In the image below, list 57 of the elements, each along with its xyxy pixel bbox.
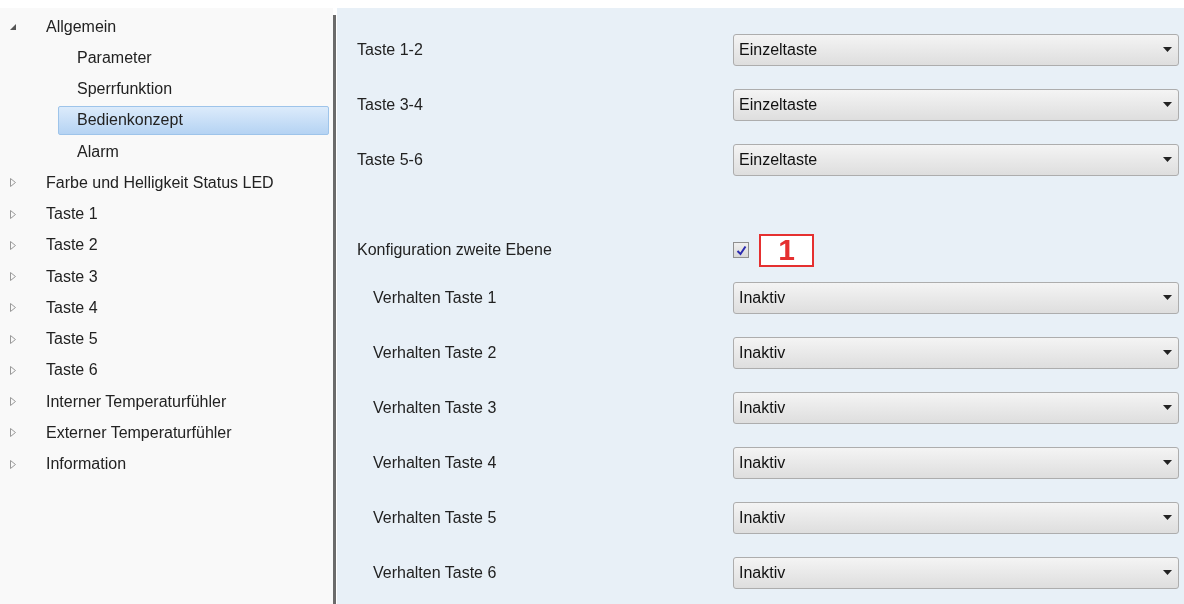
dropdown-arrow-icon xyxy=(1163,102,1172,107)
collapsed-triangle-icon[interactable] xyxy=(10,272,16,282)
collapsed-triangle-icon[interactable] xyxy=(10,240,16,250)
tree-item[interactable]: Parameter xyxy=(58,43,329,73)
dropdown-arrow-icon xyxy=(1163,515,1172,520)
setting-label: Taste 1-2 xyxy=(356,39,424,60)
dropdown-arrow-icon xyxy=(1163,570,1172,575)
dropdown[interactable]: Inaktiv xyxy=(733,501,1179,534)
dropdown[interactable]: Inaktiv xyxy=(733,556,1179,589)
expanded-triangle-icon[interactable] xyxy=(9,22,17,31)
tree-item[interactable]: Taste 4 xyxy=(46,295,98,320)
setting-label: Verhalten Taste 2 xyxy=(372,342,498,363)
collapsed-triangle-icon[interactable] xyxy=(10,397,16,407)
checkmark-icon xyxy=(735,244,747,256)
setting-label: Verhalten Taste 4 xyxy=(372,452,498,473)
dropdown[interactable]: Einzeltaste xyxy=(733,33,1179,66)
setting-label: Verhalten Taste 3 xyxy=(372,397,498,418)
tree-item[interactable]: Taste 1 xyxy=(46,202,98,227)
collapsed-triangle-icon[interactable] xyxy=(10,303,16,313)
dropdown-arrow-icon xyxy=(1163,350,1172,355)
setting-label: Taste 5-6 xyxy=(356,149,424,170)
dropdown[interactable]: Inaktiv xyxy=(733,336,1179,369)
tree-item[interactable]: Taste 2 xyxy=(46,233,98,258)
tree-item[interactable]: Farbe und Helligkeit Status LED xyxy=(46,170,274,195)
collapsed-triangle-icon[interactable] xyxy=(10,178,16,188)
checkbox[interactable] xyxy=(733,242,749,258)
dropdown[interactable]: Inaktiv xyxy=(733,391,1179,424)
dropdown-arrow-icon xyxy=(1163,460,1172,465)
dropdown[interactable]: Einzeltaste xyxy=(733,88,1179,121)
setting-label: Taste 3-4 xyxy=(356,94,424,115)
collapsed-triangle-icon[interactable] xyxy=(10,209,16,219)
tree-item[interactable]: Alarm xyxy=(58,137,329,167)
tree-item[interactable]: Information xyxy=(46,452,127,477)
collapsed-triangle-icon[interactable] xyxy=(10,334,16,344)
tree-item[interactable]: Interner Temperaturfühler xyxy=(46,389,227,414)
dropdown[interactable]: Einzeltaste xyxy=(733,143,1179,176)
collapsed-triangle-icon[interactable] xyxy=(10,459,16,469)
setting-label: Konfiguration zweite Ebene xyxy=(356,240,553,260)
tree-item[interactable]: Externer Temperaturfühler xyxy=(46,420,232,445)
collapsed-triangle-icon[interactable] xyxy=(10,365,16,375)
dropdown[interactable]: Inaktiv xyxy=(733,281,1179,314)
dropdown-arrow-icon xyxy=(1163,405,1172,410)
dropdown-arrow-icon xyxy=(1163,295,1172,300)
tree-item[interactable]: Taste 6 xyxy=(46,358,98,383)
setting-label: Verhalten Taste 5 xyxy=(372,507,498,528)
tree-item[interactable]: Taste 5 xyxy=(46,327,98,352)
dropdown-arrow-icon xyxy=(1163,47,1172,52)
collapsed-triangle-icon[interactable] xyxy=(10,428,16,438)
setting-label: Verhalten Taste 6 xyxy=(372,562,498,583)
tree-item[interactable]: Allgemein xyxy=(46,14,117,39)
callout-number: 1 xyxy=(759,233,814,267)
dropdown[interactable]: Inaktiv xyxy=(733,446,1179,479)
setting-label: Verhalten Taste 1 xyxy=(372,287,498,308)
tree-item[interactable]: Bedienkonzept xyxy=(58,105,329,135)
tree-item[interactable]: Sperrfunktion xyxy=(58,74,329,104)
tree-item[interactable]: Taste 3 xyxy=(46,264,98,289)
dropdown-arrow-icon xyxy=(1163,157,1172,162)
